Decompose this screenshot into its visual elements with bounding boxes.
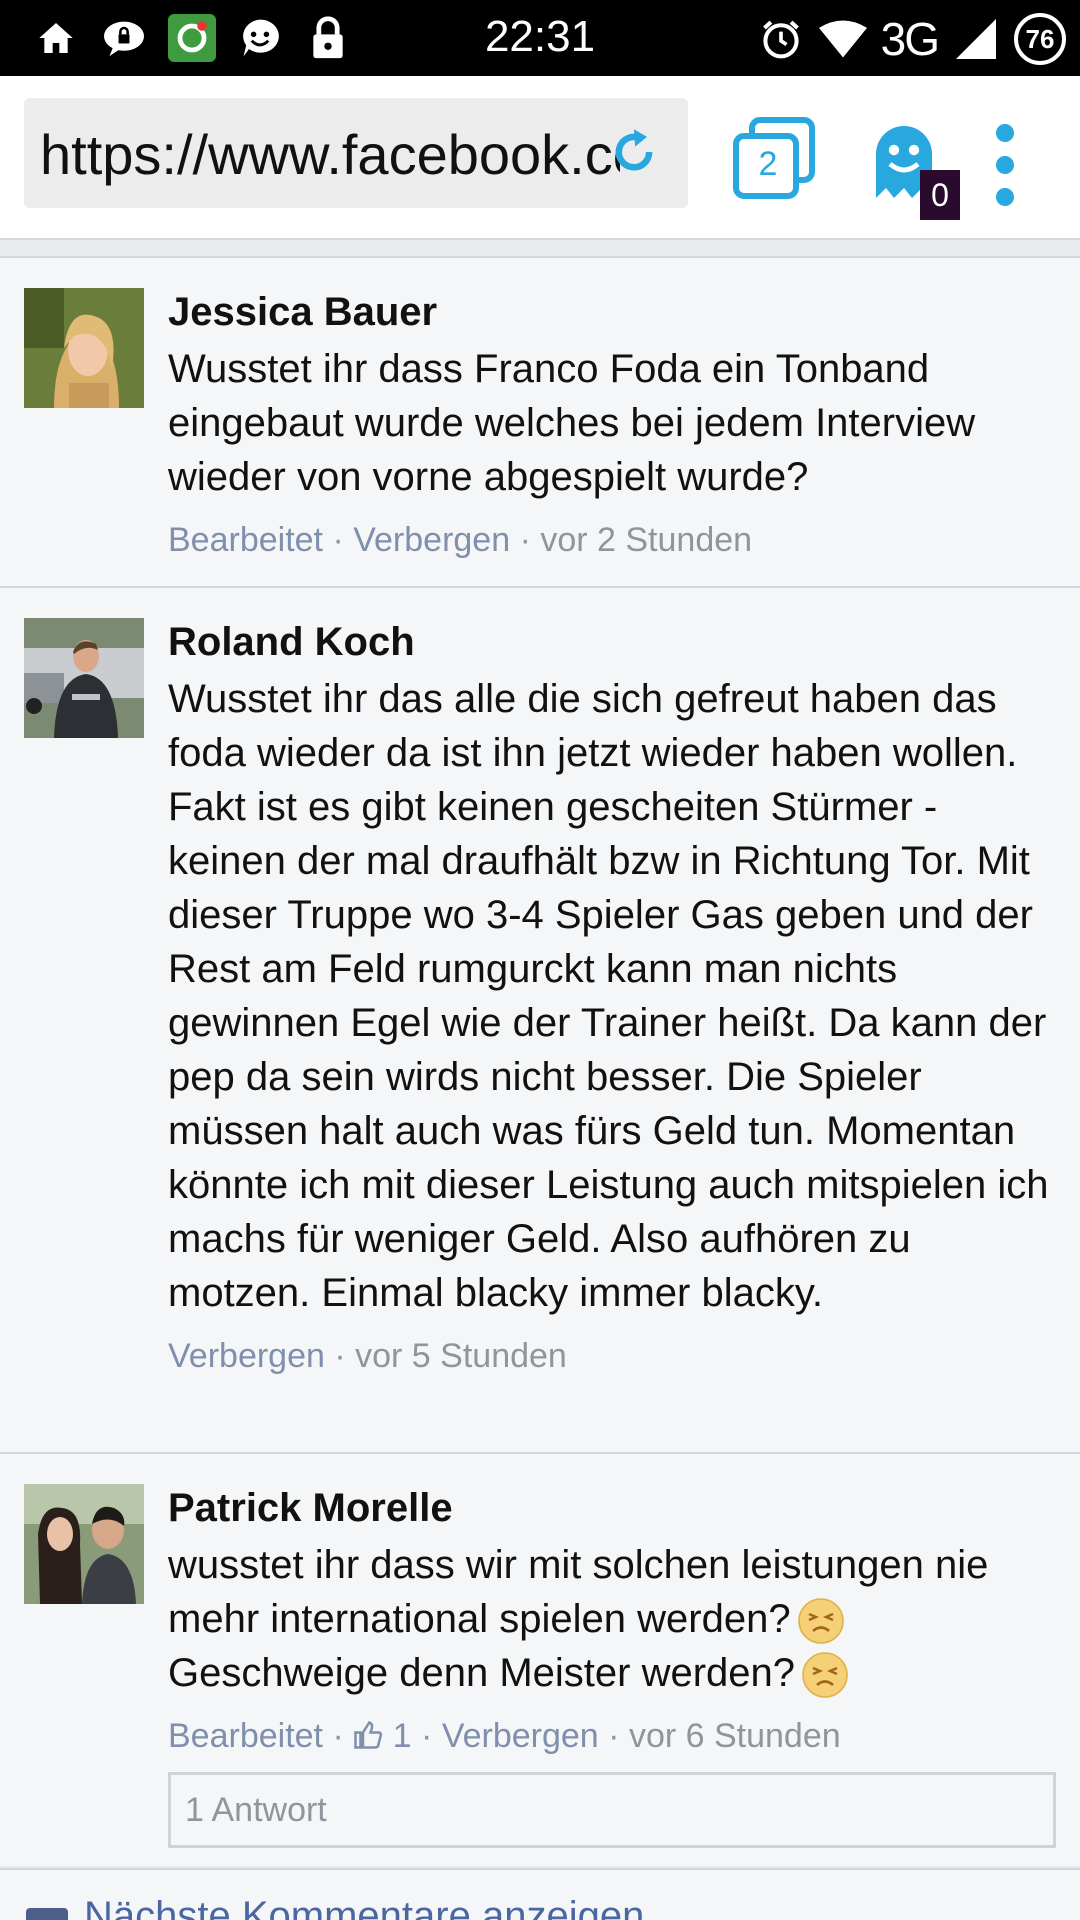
hide-link[interactable]: Verbergen (353, 521, 510, 559)
thumbs-up-icon (354, 1721, 383, 1749)
comment-meta: Bearbeitet · 1 · Verbergen · vor 6 Stund… (168, 1717, 841, 1755)
comment-author[interactable]: Patrick Morelle (168, 1484, 1056, 1532)
comment-author[interactable]: Roland Koch (168, 618, 1056, 666)
ghost-badge: 0 (920, 170, 960, 220)
comment-meta: Bearbeitet · Verbergen · vor 2 Stunden (168, 521, 753, 559)
network-type: 3G (880, 13, 940, 65)
comment-meta: Verbergen · vor 5 Stunden (168, 1337, 567, 1375)
comment-time: vor 5 Stunden (355, 1337, 567, 1375)
comment-author[interactable]: Jessica Bauer (168, 288, 1056, 336)
url-text[interactable]: https://www.facebook.com (40, 122, 620, 187)
battery-icon: 76 (1014, 13, 1066, 65)
comment-text: Wusstet ihr das alle die sich gefreut ha… (168, 677, 1049, 1315)
avatar[interactable] (24, 618, 144, 738)
comment-icon (26, 1908, 68, 1920)
comment-list: Jessica Bauer Wusstet ihr dass Franco Fo… (0, 256, 1080, 1866)
alarm-icon (757, 15, 805, 63)
ghost-button[interactable]: 0 (868, 114, 960, 224)
like-count-value: 1 (392, 1717, 412, 1755)
persevering-face-icon (797, 1597, 845, 1645)
hide-link[interactable]: Verbergen (442, 1717, 599, 1755)
comment-time: vor 2 Stunden (540, 521, 753, 559)
comment-text-line: Geschweige denn Meister werden? (168, 1651, 796, 1695)
reload-icon[interactable] (608, 126, 660, 178)
comment: Jessica Bauer Wusstet ihr dass Franco Fo… (0, 256, 1080, 586)
status-bar: 22:31 3G 76 (0, 0, 1080, 76)
url-bar[interactable]: https://www.facebook.com (24, 98, 688, 208)
persevering-face-icon (801, 1651, 849, 1699)
replies-button[interactable]: 1 Antwort (168, 1772, 1056, 1848)
edited-link[interactable]: Bearbeitet (168, 521, 323, 559)
battery-level: 76 (1025, 23, 1055, 54)
tabs-button[interactable]: 2 (732, 116, 816, 200)
hide-link[interactable]: Verbergen (168, 1337, 325, 1375)
wifi-icon (818, 15, 867, 63)
comment: Patrick Morelle wusstet ihr dass wir mit… (0, 1452, 1080, 1866)
comment-text-line: wusstet ihr dass wir mit solchen leistun… (168, 1543, 989, 1641)
comment-time: vor 6 Stunden (628, 1717, 841, 1755)
edited-link[interactable]: Bearbeitet (168, 1717, 323, 1755)
signal-icon (952, 15, 1000, 63)
avatar[interactable] (24, 288, 144, 408)
comment-text: Wusstet ihr dass Franco Foda ein Tonband… (168, 347, 976, 499)
more-comments-label: Nächste Kommentare anzeigen (84, 1894, 645, 1920)
avatar[interactable] (24, 1484, 144, 1604)
browser-toolbar: https://www.facebook.com 2 0 (0, 76, 1080, 240)
comment: Roland Koch Wusstet ihr das alle die sic… (0, 586, 1080, 1452)
overflow-menu-icon[interactable] (990, 124, 1020, 214)
more-comments-link[interactable]: Nächste Kommentare anzeigen (0, 1868, 1080, 1920)
system-icons: 3G 76 (757, 12, 1066, 66)
tab-count: 2 (758, 145, 778, 183)
like-count[interactable]: 1 (353, 1717, 412, 1755)
comment-text: wusstet ihr dass wir mit solchen leistun… (168, 1538, 1056, 1700)
